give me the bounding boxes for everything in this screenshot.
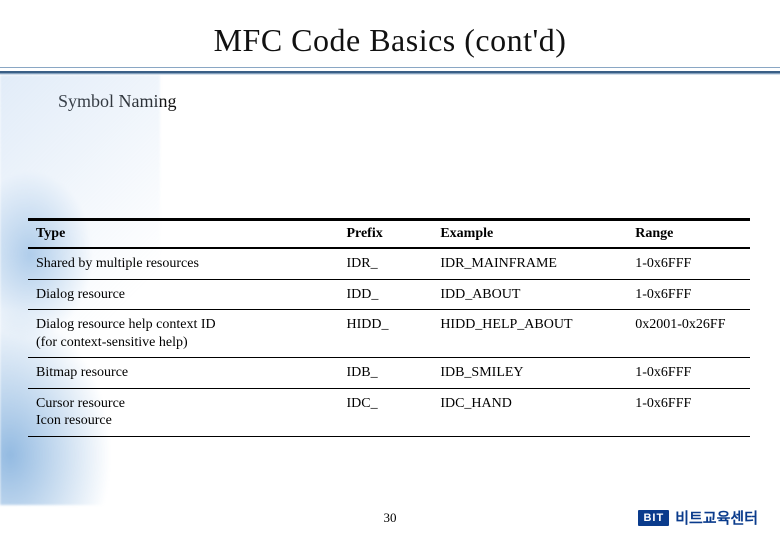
- brand-badge: BIT: [638, 510, 669, 526]
- table-header-row: Type Prefix Example Range: [28, 220, 750, 249]
- cell-type: Bitmap resource: [28, 358, 338, 389]
- cell-range: 1-0x6FFF: [627, 248, 750, 279]
- title-area: MFC Code Basics (cont'd): [0, 0, 780, 59]
- cell-example: IDR_MAINFRAME: [432, 248, 627, 279]
- cell-example: HIDD_HELP_ABOUT: [432, 310, 627, 358]
- cell-prefix: IDR_: [338, 248, 432, 279]
- table-row: Shared by multiple resources IDR_ IDR_MA…: [28, 248, 750, 279]
- cell-type: Shared by multiple resources: [28, 248, 338, 279]
- col-header-range: Range: [627, 220, 750, 249]
- col-header-type: Type: [28, 220, 338, 249]
- cell-prefix: IDD_: [338, 279, 432, 310]
- symbol-naming-table-wrap: Type Prefix Example Range Shared by mult…: [28, 218, 750, 437]
- cell-range: 1-0x6FFF: [627, 388, 750, 436]
- page-title: MFC Code Basics (cont'd): [0, 22, 780, 59]
- cell-example: IDB_SMILEY: [432, 358, 627, 389]
- col-header-prefix: Prefix: [338, 220, 432, 249]
- table-row: Dialog resource help context ID(for cont…: [28, 310, 750, 358]
- cell-prefix: IDB_: [338, 358, 432, 389]
- footer-brand: BIT 비트교육센터: [638, 507, 758, 528]
- cell-range: 1-0x6FFF: [627, 358, 750, 389]
- brand-text: 비트교육센터: [675, 507, 758, 528]
- cell-example: IDC_HAND: [432, 388, 627, 436]
- col-header-example: Example: [432, 220, 627, 249]
- symbol-naming-table: Type Prefix Example Range Shared by mult…: [28, 218, 750, 437]
- page-number: 30: [384, 510, 397, 526]
- title-underline: [0, 67, 780, 73]
- table-row: Bitmap resource IDB_ IDB_SMILEY 1-0x6FFF: [28, 358, 750, 389]
- cell-prefix: HIDD_: [338, 310, 432, 358]
- cell-type: Dialog resource help context ID(for cont…: [28, 310, 338, 358]
- table-row: Dialog resource IDD_ IDD_ABOUT 1-0x6FFF: [28, 279, 750, 310]
- cell-example: IDD_ABOUT: [432, 279, 627, 310]
- cell-range: 0x2001-0x26FF: [627, 310, 750, 358]
- section-heading: Symbol Naming: [58, 91, 780, 112]
- cell-prefix: IDC_: [338, 388, 432, 436]
- cell-range: 1-0x6FFF: [627, 279, 750, 310]
- table-row: Cursor resourceIcon resource IDC_ IDC_HA…: [28, 388, 750, 436]
- cell-type: Cursor resourceIcon resource: [28, 388, 338, 436]
- cell-type: Dialog resource: [28, 279, 338, 310]
